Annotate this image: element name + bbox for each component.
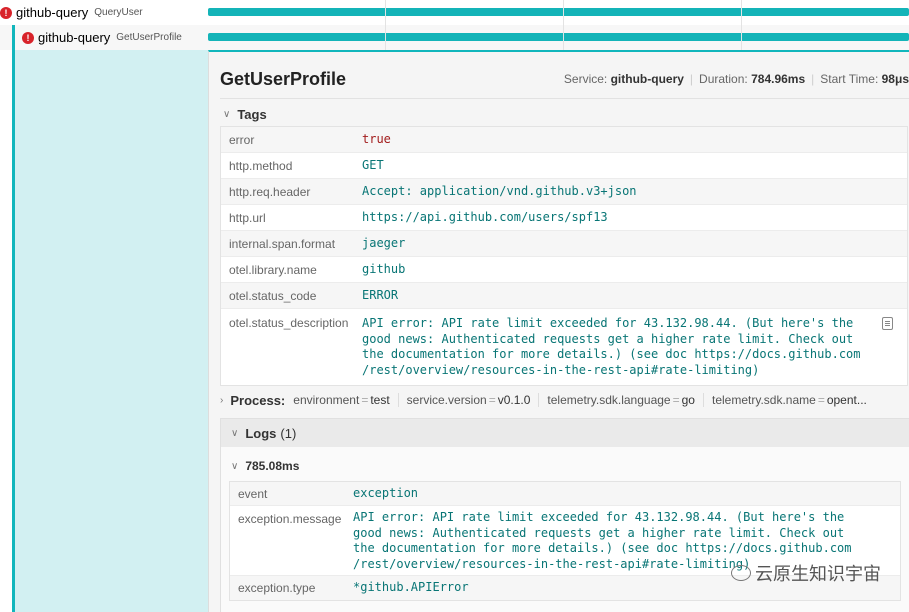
- span-name[interactable]: ! github-query QueryUser: [0, 0, 143, 25]
- start-label: Start Time:: [820, 72, 879, 86]
- span-name[interactable]: ! github-query GetUserProfile: [22, 25, 182, 50]
- tag-key: otel.status_code: [229, 288, 317, 303]
- logs-title: Logs: [245, 425, 277, 441]
- service-label: Service:: [563, 72, 608, 86]
- tags-table: error true http.method GET http.req.head…: [220, 126, 908, 386]
- span-row-queryuser[interactable]: ! github-query QueryUser: [0, 0, 909, 25]
- timeline-tick: [563, 0, 564, 50]
- table-row: http.req.header Accept: application/vnd.…: [221, 179, 907, 205]
- tag-key: internal.span.format: [229, 236, 336, 251]
- watermark-text: 云原生知识宇宙: [755, 564, 881, 584]
- tag-key: http.req.header: [229, 184, 311, 199]
- process-item: service.version = v0.1.0: [407, 393, 540, 407]
- table-row: otel.status_description API error: API r…: [221, 309, 907, 385]
- tag-value: ERROR: [362, 287, 399, 302]
- process-bar[interactable]: › Process: environment = test service.vers…: [220, 389, 909, 411]
- table-row: internal.span.format jaeger: [221, 231, 907, 257]
- span-detail-panel: GetUserProfile Service: github-query | Dur…: [208, 50, 909, 612]
- table-row: event exception: [230, 482, 900, 506]
- watermark: 云原生知识宇宙: [731, 560, 881, 586]
- service-value: github-query: [610, 72, 684, 86]
- tag-key: otel.status_description: [229, 316, 349, 330]
- error-icon: !: [0, 6, 12, 19]
- tag-value: github: [362, 261, 406, 276]
- span-service: github-query: [38, 30, 111, 45]
- chevron-down-icon: ∨: [223, 109, 231, 120]
- table-row: http.method GET: [221, 153, 907, 179]
- wechat-icon: [731, 565, 751, 581]
- process-item: telemetry.sdk.language = go: [547, 393, 704, 407]
- logs-count: (1): [280, 425, 297, 441]
- span-bar[interactable]: [208, 33, 909, 41]
- detail-header: GetUserProfile Service: github-query | Dur…: [220, 69, 909, 93]
- span-operation: QueryUser: [94, 7, 143, 18]
- log-key: exception.message: [238, 512, 342, 526]
- table-row: error true: [221, 127, 907, 153]
- tag-value: true: [362, 131, 391, 146]
- log-value: exception: [353, 485, 419, 500]
- duration-label: Duration:: [699, 72, 748, 86]
- page-title: GetUserProfile: [220, 69, 347, 89]
- span-bar[interactable]: [208, 8, 909, 16]
- timeline-tick: [385, 0, 386, 50]
- tag-key: error: [229, 132, 255, 147]
- span-service: github-query: [16, 5, 89, 20]
- log-timestamp: 785.08ms: [245, 459, 300, 473]
- timeline-tick: [741, 0, 742, 50]
- chevron-right-icon: ›: [220, 394, 224, 406]
- log-entry-toggle[interactable]: ∨ 785.08ms: [231, 459, 299, 473]
- tag-value-link[interactable]: https://api.github.com/users/spf13: [362, 210, 907, 226]
- chevron-down-icon: ∨: [231, 460, 239, 472]
- log-key: exception.type: [238, 581, 316, 595]
- span-row-getuserprofile[interactable]: ! github-query GetUserProfile: [0, 25, 909, 50]
- tag-key: otel.library.name: [229, 262, 317, 277]
- tags-toggle[interactable]: ∨ Tags: [223, 107, 267, 122]
- tag-value: Accept: application/vnd.github.v3+json: [362, 183, 637, 198]
- tag-key: http.method: [229, 158, 293, 173]
- span-name-column: [15, 50, 208, 612]
- duration-value: 784.96ms: [751, 72, 806, 86]
- tag-value: GET: [362, 157, 384, 172]
- error-icon: !: [22, 31, 34, 44]
- process-item: telemetry.sdk.name = opent...: [711, 393, 867, 407]
- tags-title: Tags: [237, 107, 267, 122]
- tag-key: http.url: [229, 210, 266, 225]
- tag-value: jaeger: [362, 235, 406, 250]
- table-row: otel.library.name github: [221, 257, 907, 283]
- logs-toggle[interactable]: ∨ Logs (1): [221, 419, 909, 447]
- copy-icon[interactable]: [882, 317, 893, 330]
- table-row: otel.status_code ERROR: [221, 283, 907, 309]
- tag-value: API error: API rate limit exceeded for 4…: [362, 316, 861, 377]
- process-label: Process:: [230, 392, 286, 408]
- chevron-down-icon: ∨: [231, 427, 239, 439]
- start-value: 98μs: [881, 72, 909, 86]
- span-meta: Service: github-query | Duration: 784.96ms…: [563, 72, 909, 86]
- log-key: event: [238, 486, 268, 501]
- table-row: http.url https://api.github.com/users/sp…: [221, 205, 907, 231]
- span-operation: GetUserProfile: [116, 32, 182, 43]
- process-item: environment = test: [293, 393, 399, 407]
